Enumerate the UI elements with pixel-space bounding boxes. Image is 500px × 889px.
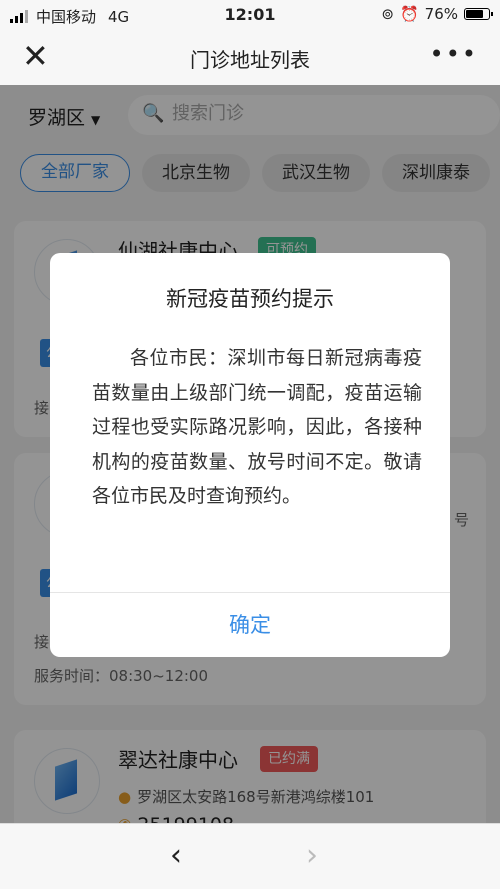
dialog-message: 各位市民：深圳市每日新冠病毒疫苗数量由上级部门统一调配，疫苗运输过程也受实际路况… bbox=[92, 347, 422, 508]
battery-icon bbox=[464, 8, 493, 20]
browser-toolbar: ‹ › bbox=[0, 823, 500, 889]
battery-fill bbox=[466, 10, 483, 18]
notice-dialog: 新冠疫苗预约提示 各位市民：深圳市每日新冠病毒疫苗数量由上级部门统一调配，疫苗运… bbox=[50, 253, 450, 657]
confirm-button[interactable]: 确定 bbox=[50, 593, 450, 657]
rotation-lock-icon: ⊚ bbox=[381, 5, 394, 23]
page-title: 门诊地址列表 bbox=[190, 48, 310, 72]
dialog-title: 新冠疫苗预约提示 bbox=[166, 287, 334, 311]
status-bar: 中国移动 4G 12:01 ⊚ ⏰ 76% bbox=[0, 0, 500, 30]
status-icons: ⊚ ⏰ 76% bbox=[381, 5, 493, 23]
nav-bar: ✕ 门诊地址列表 ••• bbox=[0, 30, 500, 85]
alarm-icon: ⏰ bbox=[399, 5, 419, 23]
forward-icon[interactable]: › bbox=[306, 838, 318, 873]
back-icon[interactable]: ‹ bbox=[170, 838, 182, 873]
battery-percent: 76% bbox=[424, 5, 458, 23]
more-icon[interactable]: ••• bbox=[430, 40, 478, 68]
